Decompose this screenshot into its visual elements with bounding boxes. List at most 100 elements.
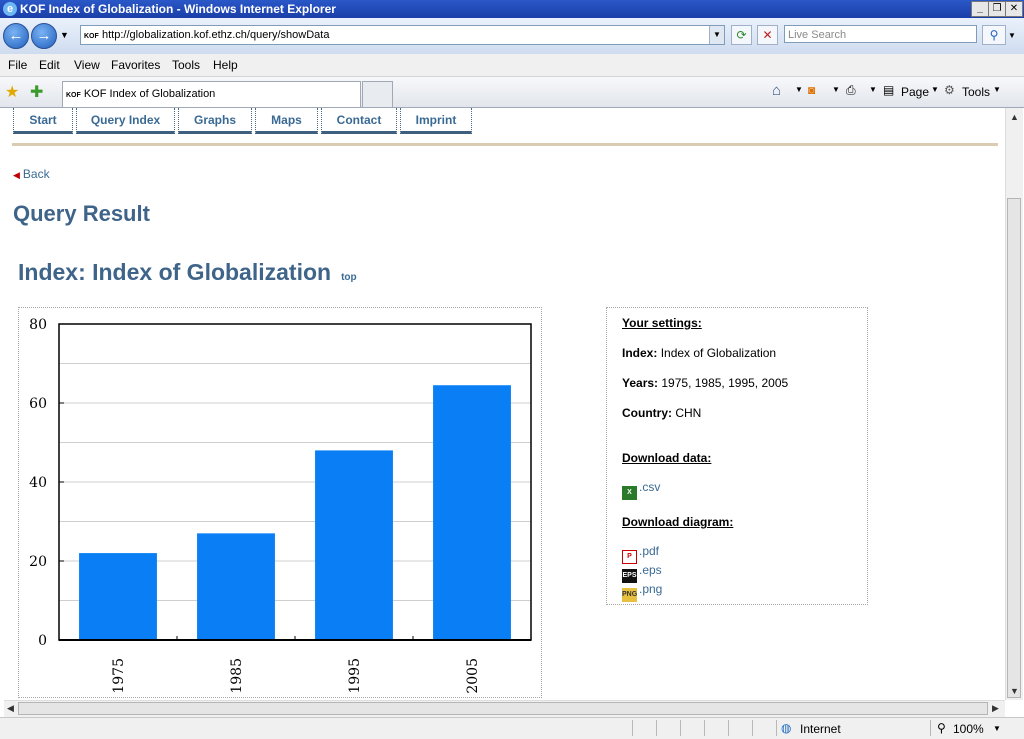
page-viewport: Start Query Index Graphs Maps Contact Im… <box>4 108 1004 700</box>
bar-1995 <box>315 450 393 640</box>
close-window-button[interactable]: ✕ <box>1005 1 1023 17</box>
nav-maps[interactable]: Maps <box>255 108 318 134</box>
scroll-right-icon[interactable]: ▶ <box>992 703 999 714</box>
chart-container: 0 20 40 60 80 1975 1985 1995 2005 <box>18 307 542 698</box>
download-pdf-link[interactable]: P .pdf <box>622 544 659 564</box>
scroll-down-icon[interactable]: ▼ <box>1010 686 1019 696</box>
search-options-dropdown-icon[interactable]: ▼ <box>1008 31 1016 40</box>
eps-label: .eps <box>639 563 662 577</box>
download-eps-link[interactable]: EPS .eps <box>622 563 662 583</box>
chart-bars <box>79 385 511 640</box>
tools-dropdown-icon[interactable]: ▼ <box>993 85 1001 94</box>
browser-tab[interactable]: KOF KOF Index of Globalization <box>62 81 361 107</box>
nav-graphs[interactable]: Graphs <box>178 108 252 134</box>
bar-1975 <box>79 553 157 640</box>
setting-index: Index: Index of Globalization <box>622 346 776 360</box>
scroll-up-icon[interactable]: ▲ <box>1010 112 1019 122</box>
vertical-scroll-thumb[interactable] <box>1007 198 1021 698</box>
vertical-scrollbar[interactable]: ▲ ▼ <box>1005 108 1023 700</box>
setting-country-value: CHN <box>675 406 702 420</box>
home-dropdown-icon[interactable]: ▼ <box>795 85 803 94</box>
home-icon[interactable]: ⌂ <box>772 82 781 99</box>
zoom-dropdown-icon[interactable]: ▼ <box>993 724 1001 733</box>
menu-bar: File Edit View Favorites Tools Help <box>0 54 1024 77</box>
page-icon[interactable]: ▤ <box>883 83 894 97</box>
security-zone-label: Internet <box>800 722 841 736</box>
window-titlebar: e KOF Index of Globalization - Windows I… <box>0 0 1024 18</box>
setting-country-label: Country: <box>622 406 672 420</box>
menu-file[interactable]: File <box>8 58 27 72</box>
index-heading-text: Index: Index of Globalization <box>18 259 332 285</box>
menu-help[interactable]: Help <box>213 58 238 72</box>
x-tick-label: 1985 <box>229 658 245 694</box>
address-dropdown-icon[interactable]: ▼ <box>709 26 724 44</box>
feeds-dropdown-icon[interactable]: ▼ <box>832 85 840 94</box>
zoom-level[interactable]: 100% <box>953 722 984 736</box>
horizontal-scroll-thumb[interactable] <box>18 702 988 715</box>
y-tick-label: 40 <box>29 475 47 491</box>
setting-country: Country: CHN <box>622 406 701 420</box>
x-tick-label: 1995 <box>347 658 363 694</box>
csv-label: .csv <box>639 480 661 494</box>
page-title: Query Result <box>13 201 150 226</box>
download-csv-link[interactable]: X .csv <box>622 480 660 500</box>
stop-button[interactable]: ✕ <box>757 25 778 45</box>
forward-nav-button[interactable]: → <box>31 23 57 49</box>
minimize-button[interactable]: _ <box>971 1 989 17</box>
address-field[interactable]: KOF http://globalization.kof.ethz.ch/quer… <box>80 25 725 45</box>
back-nav-button[interactable]: ← <box>3 23 29 49</box>
pdf-file-icon: P <box>622 550 637 564</box>
horizontal-scrollbar[interactable]: ◀ ▶ <box>4 700 1005 717</box>
add-favorites-icon[interactable]: ✚ <box>30 82 43 102</box>
download-png-link[interactable]: PNG .png <box>622 582 662 602</box>
download-data-heading: Download data: <box>622 451 712 465</box>
print-dropdown-icon[interactable]: ▼ <box>869 85 877 94</box>
feeds-icon[interactable]: ◙ <box>808 83 815 97</box>
recent-pages-dropdown-icon[interactable]: ▼ <box>60 30 69 40</box>
back-arrow-icon: ◀ <box>13 170 20 180</box>
setting-index-value: Index of Globalization <box>660 346 777 360</box>
chart-y-tick-labels: 0 20 40 60 80 <box>29 317 47 649</box>
tab-title: KOF Index of Globalization <box>83 88 216 100</box>
setting-years-label: Years: <box>622 376 659 390</box>
new-tab-button[interactable] <box>362 81 393 107</box>
status-bar: ◍ Internet ⚲ 100% ▼ <box>0 717 1024 739</box>
favorites-star-icon[interactable]: ★ <box>5 82 19 102</box>
menu-favorites[interactable]: Favorites <box>111 58 160 72</box>
setting-years-value: 1975, 1985, 1995, 2005 <box>661 376 789 390</box>
nav-contact[interactable]: Contact <box>321 108 397 134</box>
status-divider <box>728 720 729 736</box>
zoom-magnifier-icon[interactable]: ⚲ <box>937 721 946 735</box>
search-go-icon[interactable]: ⚲ <box>982 25 1006 45</box>
nav-imprint[interactable]: Imprint <box>400 108 472 134</box>
nav-start[interactable]: Start <box>13 108 73 134</box>
tools-menu-button[interactable]: Tools <box>962 85 990 99</box>
refresh-button[interactable]: ⟳ <box>731 25 752 45</box>
search-input[interactable]: Live Search <box>784 25 977 43</box>
tab-command-bar: ★ ✚ KOF KOF Index of Globalization ⌂ ▼ ◙… <box>0 77 1024 108</box>
back-label: Back <box>22 167 50 181</box>
page-dropdown-icon[interactable]: ▼ <box>931 85 939 94</box>
y-tick-label: 20 <box>29 554 47 570</box>
tab-favicon-icon: KOF <box>66 92 81 99</box>
internet-zone-icon: ◍ <box>781 721 792 735</box>
bar-chart: 0 20 40 60 80 1975 1985 1995 2005 <box>29 317 532 694</box>
address-toolbar: ← → ▼ KOF http://globalization.kof.ethz.c… <box>0 18 1024 54</box>
status-divider <box>680 720 681 736</box>
status-divider <box>704 720 705 736</box>
restore-button[interactable]: ❐ <box>988 1 1006 17</box>
print-icon[interactable]: ⎙ <box>846 83 856 98</box>
tools-gear-icon[interactable]: ⚙ <box>944 83 955 97</box>
back-link[interactable]: ◀ Back <box>13 167 50 181</box>
status-divider <box>776 720 777 736</box>
menu-view[interactable]: View <box>74 58 100 72</box>
menu-tools[interactable]: Tools <box>172 58 200 72</box>
top-link[interactable]: top <box>341 272 357 283</box>
eps-file-icon: EPS <box>622 569 637 583</box>
bar-2005 <box>433 385 511 640</box>
menu-edit[interactable]: Edit <box>39 58 60 72</box>
scroll-left-icon[interactable]: ◀ <box>7 703 14 714</box>
nav-query-index[interactable]: Query Index <box>76 108 175 134</box>
page-menu-button[interactable]: Page <box>901 85 929 99</box>
header-divider <box>12 143 998 146</box>
